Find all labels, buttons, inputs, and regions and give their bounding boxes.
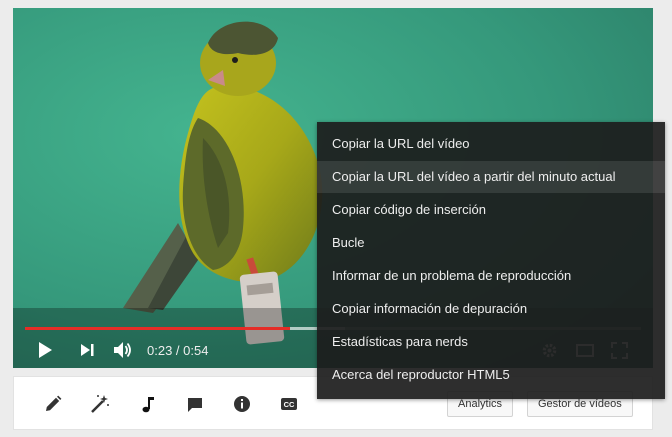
video-page: 0:23 / 0:54 CC Analytics Gestor de vídeo… xyxy=(0,0,672,437)
progress-played xyxy=(25,327,290,330)
svg-text:CC: CC xyxy=(284,400,295,409)
volume-button[interactable] xyxy=(113,341,133,359)
context-menu: Copiar la URL del vídeo Copiar la URL de… xyxy=(317,122,665,399)
menu-item-stats-for-nerds[interactable]: Estadísticas para nerds xyxy=(317,326,665,358)
menu-item-copy-debug-info[interactable]: Copiar información de depuración xyxy=(317,293,665,325)
play-button[interactable] xyxy=(37,341,53,359)
pencil-icon xyxy=(46,395,62,411)
captions-icon: CC xyxy=(281,398,297,410)
magic-wand-icon xyxy=(91,395,109,413)
info-button[interactable] xyxy=(232,394,252,414)
menu-item-about-html5-player[interactable]: Acerca del reproductor HTML5 xyxy=(317,359,665,391)
next-icon xyxy=(81,344,94,356)
menu-item-report-playback-issue[interactable]: Informar de un problema de reproducción xyxy=(317,260,665,292)
menu-item-loop[interactable]: Bucle xyxy=(317,227,665,259)
menu-item-copy-url-at-time[interactable]: Copiar la URL del vídeo a partir del min… xyxy=(317,161,665,193)
annotations-button[interactable] xyxy=(185,394,205,414)
play-icon xyxy=(39,342,52,358)
captions-button[interactable]: CC xyxy=(279,394,299,414)
volume-icon xyxy=(114,342,131,358)
enhancements-button[interactable] xyxy=(90,394,110,414)
menu-item-copy-url[interactable]: Copiar la URL del vídeo xyxy=(317,128,665,160)
audio-button[interactable] xyxy=(138,394,158,414)
comment-icon xyxy=(188,398,202,412)
menu-item-copy-embed-code[interactable]: Copiar código de inserción xyxy=(317,194,665,226)
music-note-icon xyxy=(142,397,154,413)
next-button[interactable] xyxy=(79,342,95,358)
edit-button[interactable] xyxy=(43,394,63,414)
time-display: 0:23 / 0:54 xyxy=(147,343,209,358)
info-icon xyxy=(234,396,250,412)
